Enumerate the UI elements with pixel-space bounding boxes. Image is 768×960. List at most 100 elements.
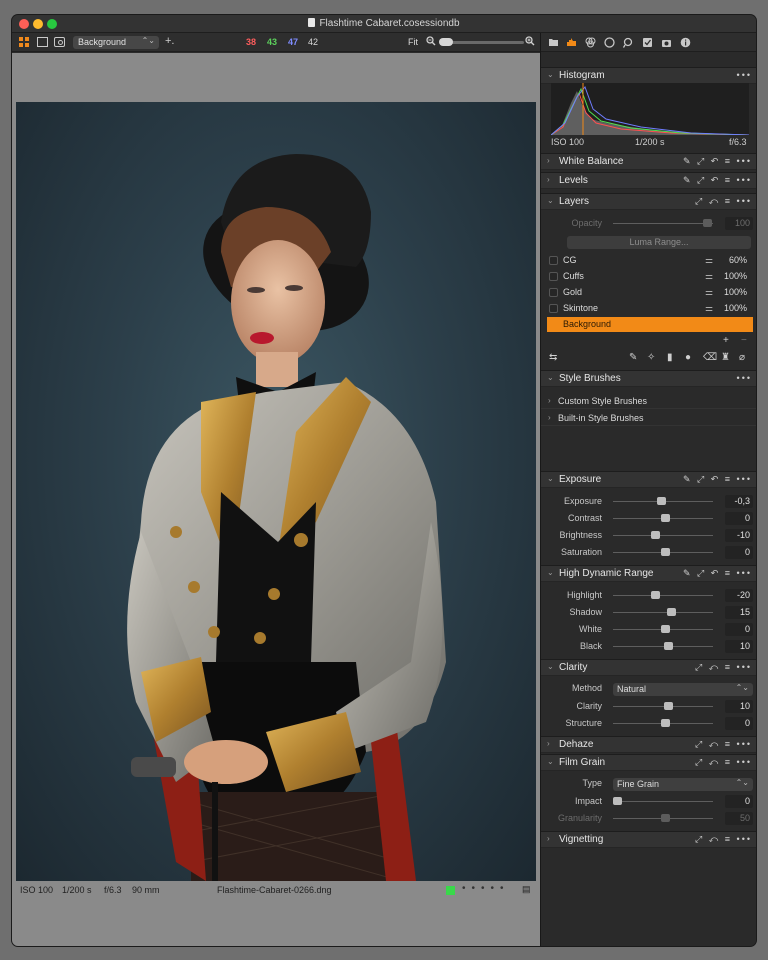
panel-actions[interactable]: ⤢ ↶ ≡ ••• xyxy=(695,757,752,768)
layer-row-skintone[interactable]: Skintone ⚌ 100% xyxy=(547,301,753,316)
radial-icon[interactable]: ● xyxy=(685,352,691,363)
layer-settings-icon[interactable]: ⚌ xyxy=(705,255,713,266)
fit-label[interactable]: Fit xyxy=(408,37,418,47)
slider-track[interactable] xyxy=(613,801,713,802)
slider-knob[interactable] xyxy=(667,608,677,616)
slider-knob[interactable] xyxy=(660,814,670,822)
dehaze-panel-header[interactable]: › Dehaze ⤢ ↶ ≡ ••• xyxy=(541,736,756,753)
slider-knob[interactable] xyxy=(613,797,622,805)
slider-value[interactable]: 10 xyxy=(725,640,753,653)
remove-layer-icon[interactable]: − xyxy=(741,335,747,346)
stamp-icon[interactable]: ♜ xyxy=(721,352,730,363)
slider-value[interactable]: -10 xyxy=(725,529,753,542)
film-grain-panel-header[interactable]: ⌄ Film Grain ⤢ ↶ ≡ ••• xyxy=(541,754,756,771)
slider-knob[interactable] xyxy=(664,702,674,710)
slider-knob[interactable] xyxy=(651,531,660,539)
search-icon[interactable] xyxy=(623,37,634,48)
slider-track[interactable] xyxy=(613,535,713,536)
folder-icon[interactable] xyxy=(548,37,559,48)
builtin-style-brushes-row[interactable]: › Built-in Style Brushes xyxy=(541,410,756,426)
grid-icon[interactable] xyxy=(19,37,30,47)
histogram-panel-header[interactable]: ⌄ Histogram ••• xyxy=(541,67,756,84)
panel-actions[interactable]: ✎ ⤢ ↶ ≡ ••• xyxy=(683,474,752,485)
layer-row-gold[interactable]: Gold ⚌ 100% xyxy=(547,285,753,300)
slider-value[interactable]: 15 xyxy=(725,606,753,619)
slider-knob[interactable] xyxy=(656,497,666,505)
panel-actions[interactable]: ⤢ ↶ ≡ ••• xyxy=(695,662,752,673)
panel-actions[interactable]: ✎ ⤢ ↶ ≡ ••• xyxy=(683,175,752,186)
exposure-panel-header[interactable]: ⌄ Exposure ✎ ⤢ ↶ ≡ ••• xyxy=(541,471,756,488)
color-icon[interactable] xyxy=(585,37,596,48)
opacity-slider-knob[interactable] xyxy=(703,219,712,227)
slider-value[interactable]: 0 xyxy=(725,512,753,525)
layer-settings-icon[interactable]: ⚌ xyxy=(705,271,713,282)
slider-value[interactable]: 0 xyxy=(725,623,753,636)
zoom-out-icon[interactable] xyxy=(426,36,436,46)
opacity-value[interactable]: 100 xyxy=(725,217,753,230)
capture-icon[interactable] xyxy=(566,37,577,48)
magic-brush-icon[interactable]: ✧ xyxy=(647,352,655,363)
custom-style-brushes-row[interactable]: › Custom Style Brushes xyxy=(541,393,756,409)
slider-value[interactable]: 0 xyxy=(725,546,753,559)
rating-dots[interactable]: ••••• xyxy=(462,883,510,894)
slider-knob[interactable] xyxy=(651,591,660,599)
vignetting-panel-header[interactable]: › Vignetting ⤢ ↶ ≡ ••• xyxy=(541,831,756,848)
color-tag-green[interactable] xyxy=(446,886,455,895)
more-icon[interactable]: ••• xyxy=(737,373,752,383)
style-brushes-panel-header[interactable]: ⌄ Style Brushes ••• xyxy=(541,370,756,387)
gradient-icon[interactable]: ▮ xyxy=(667,352,673,363)
photo-canvas[interactable] xyxy=(16,102,536,881)
slider-track[interactable] xyxy=(613,595,713,596)
opacity-slider[interactable] xyxy=(613,223,713,224)
swap-icon[interactable]: ⇆ xyxy=(549,352,557,363)
slider-knob[interactable] xyxy=(664,642,674,650)
panel-actions[interactable]: ✎ ⤢ ↶ ≡ ••• xyxy=(683,156,752,167)
panel-actions[interactable]: ⤢ ↶ ≡ ••• xyxy=(695,196,752,207)
camera-icon[interactable] xyxy=(661,37,672,48)
layers-panel-header[interactable]: ⌄ Layers ⤢ ↶ ≡ ••• xyxy=(541,193,756,210)
layer-enable-checkbox[interactable] xyxy=(549,272,558,281)
panel-actions[interactable]: ✎ ⤢ ↶ ≡ ••• xyxy=(683,568,752,579)
layer-select[interactable]: Background ⌃⌄ xyxy=(73,36,159,49)
brush-icon[interactable]: ✎ xyxy=(629,352,637,363)
hdr-panel-header[interactable]: ⌄ High Dynamic Range ✎ ⤢ ↶ ≡ ••• xyxy=(541,565,756,582)
crosshair-icon[interactable]: +. xyxy=(165,35,174,47)
clarity-method-select[interactable]: Natural ⌃⌄ xyxy=(613,683,753,696)
layer-row-cg[interactable]: CG ⚌ 60% xyxy=(547,253,753,268)
layer-enable-checkbox[interactable] xyxy=(549,288,558,297)
erase-brush-icon[interactable]: ⌀ xyxy=(739,352,745,363)
slider-knob[interactable] xyxy=(660,625,670,633)
film-grain-type-select[interactable]: Fine Grain ⌃⌄ xyxy=(613,778,753,791)
slider-knob[interactable] xyxy=(660,548,670,556)
slider-value[interactable]: -20 xyxy=(725,589,753,602)
single-view-icon[interactable] xyxy=(37,37,48,47)
slider-knob[interactable] xyxy=(660,514,670,522)
eye-view-icon[interactable] xyxy=(54,37,65,47)
layer-enable-checkbox[interactable] xyxy=(549,256,558,265)
levels-panel-header[interactable]: › Levels ✎ ⤢ ↶ ≡ ••• xyxy=(541,172,756,189)
checklist-icon[interactable] xyxy=(642,37,653,48)
clarity-panel-header[interactable]: ⌄ Clarity ⤢ ↶ ≡ ••• xyxy=(541,659,756,676)
slider-knob[interactable] xyxy=(660,719,670,727)
slider-value[interactable]: 50 xyxy=(725,812,753,825)
slider-track[interactable] xyxy=(613,612,713,613)
more-icon[interactable]: ••• xyxy=(737,70,752,80)
layer-settings-icon[interactable]: ⚌ xyxy=(705,287,713,298)
panel-actions[interactable]: ⤢ ↶ ≡ ••• xyxy=(695,739,752,750)
slider-value[interactable]: -0,3 xyxy=(725,495,753,508)
slider-track[interactable] xyxy=(613,706,713,707)
slider-value[interactable]: 10 xyxy=(725,700,753,713)
white-balance-panel-header[interactable]: › White Balance ✎ ⤢ ↶ ≡ ••• xyxy=(541,153,756,170)
slider-value[interactable]: 0 xyxy=(725,717,753,730)
panel-actions[interactable]: ⤢ ↶ ≡ ••• xyxy=(695,834,752,845)
layer-row-cuffs[interactable]: Cuffs ⚌ 100% xyxy=(547,269,753,284)
viewer-options-icon[interactable]: ▤ xyxy=(522,884,531,895)
slider-track[interactable] xyxy=(613,646,713,647)
info-icon[interactable] xyxy=(680,37,691,48)
lens-icon[interactable] xyxy=(604,37,615,48)
zoom-slider-knob[interactable] xyxy=(439,38,453,46)
layer-enable-checkbox[interactable] xyxy=(549,304,558,313)
luma-range-button[interactable]: Luma Range... xyxy=(567,236,751,249)
layer-row-background[interactable]: Background xyxy=(547,317,753,332)
layer-settings-icon[interactable]: ⚌ xyxy=(705,303,713,314)
